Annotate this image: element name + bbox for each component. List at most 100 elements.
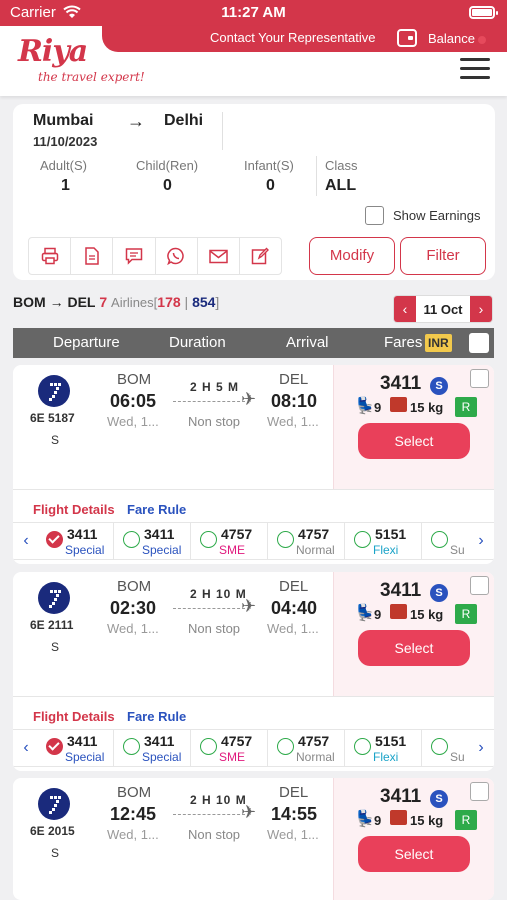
fare-radio[interactable] xyxy=(200,738,217,755)
logo-tagline: the travel expert! xyxy=(38,70,145,84)
plane-icon: ✈ xyxy=(241,802,257,822)
column-duration[interactable]: Duration xyxy=(169,334,226,351)
fare-option[interactable]: 5151 Flexi xyxy=(347,730,422,766)
chevron-right-icon[interactable]: › xyxy=(468,730,494,766)
fare-options: 3411 Special 3411 Special 4757 SME 4757 … xyxy=(39,730,468,766)
filter-button[interactable]: Filter xyxy=(400,237,486,275)
fare-radio[interactable] xyxy=(354,531,371,548)
seats-available: 9 xyxy=(374,813,382,828)
refundable-badge: R xyxy=(455,604,477,624)
fare-radio[interactable] xyxy=(123,738,140,755)
fare-option[interactable]: Su xyxy=(424,730,468,766)
fare-radio[interactable] xyxy=(277,738,294,755)
hamburger-menu-icon[interactable] xyxy=(460,56,492,80)
flight-card: 6E 5187 S BOM 06:05 Wed, 1... 2 H 5 M ✈ … xyxy=(13,365,494,564)
flight-select-checkbox[interactable] xyxy=(470,369,489,388)
next-date-chevron-icon[interactable]: › xyxy=(470,296,492,322)
print-icon[interactable] xyxy=(29,238,72,274)
bracket-close: ] xyxy=(215,294,220,310)
fare-rule-link[interactable]: Fare Rule xyxy=(127,709,186,724)
show-earnings-checkbox[interactable] xyxy=(365,206,384,225)
flight-card: 6E 2015 S BOM 12:45 Wed, 1... 2 H 10 M ✈… xyxy=(13,778,494,900)
fare-option[interactable]: 4757 SME xyxy=(193,523,268,559)
fare-radio[interactable] xyxy=(123,531,140,548)
arrival-code: DEL xyxy=(279,578,309,595)
battery-icon xyxy=(469,6,498,19)
fare-radio[interactable] xyxy=(277,531,294,548)
select-button[interactable]: Select xyxy=(358,836,470,872)
arrival-time: 14:55 xyxy=(271,804,318,824)
flight-select-checkbox[interactable] xyxy=(470,576,489,595)
fare-option[interactable]: 3411 Special xyxy=(116,523,191,559)
fare-radio[interactable] xyxy=(431,531,448,548)
fare-option[interactable]: 4757 Normal xyxy=(270,730,345,766)
balance-link[interactable]: Balance xyxy=(428,31,475,46)
divider xyxy=(222,112,223,150)
edit-icon[interactable] xyxy=(240,238,281,274)
select-all-checkbox[interactable] xyxy=(469,333,489,353)
baggage-icon xyxy=(390,397,407,412)
fare-rule-link[interactable]: Fare Rule xyxy=(127,502,186,517)
stops-label: Non stop xyxy=(188,827,241,842)
arrival-time: 08:10 xyxy=(271,391,318,411)
column-fares[interactable]: Fares xyxy=(384,334,422,351)
fare-radio[interactable] xyxy=(431,738,448,755)
contact-representative-link[interactable]: Contact Your Representative xyxy=(210,30,376,45)
chevron-left-icon[interactable]: ‹ xyxy=(13,523,39,559)
fare-option[interactable]: 4757 Normal xyxy=(270,523,345,559)
flight-details-link[interactable]: Flight Details xyxy=(33,709,115,724)
fare-option-price: 5151 xyxy=(375,526,407,542)
fare-radio[interactable] xyxy=(46,738,63,755)
stops-label: Non stop xyxy=(188,621,241,636)
fare-price: 3411 xyxy=(380,373,422,394)
fare-option[interactable]: 3411 Special xyxy=(39,730,114,766)
arrival-code: DEL xyxy=(279,371,309,388)
chevron-right-icon[interactable]: › xyxy=(468,523,494,559)
fare-type-badge: S xyxy=(430,790,448,808)
separator: | xyxy=(184,294,189,310)
fare-option-price: 3411 xyxy=(67,733,98,749)
select-button[interactable]: Select xyxy=(358,630,470,666)
document-icon[interactable] xyxy=(71,238,114,274)
fare-option-label: Special xyxy=(65,750,105,764)
date-selector: ‹ 11 Oct › xyxy=(393,295,493,323)
departure-time: 12:45 xyxy=(110,804,157,824)
fare-option[interactable]: 5151 Flexi xyxy=(347,523,422,559)
fare-radio[interactable] xyxy=(200,531,217,548)
arrow-right-icon: → xyxy=(127,111,145,131)
fare-option[interactable]: 3411 Special xyxy=(116,730,191,766)
results-summary: BOM → DEL 7 Airlines[178 | 854] xyxy=(13,294,219,310)
airlines-label: Airlines[ xyxy=(111,295,158,310)
flight-select-checkbox[interactable] xyxy=(470,782,489,801)
whatsapp-icon[interactable] xyxy=(156,238,198,274)
flight-details-link[interactable]: Flight Details xyxy=(33,502,115,517)
wallet-icon[interactable] xyxy=(397,29,417,47)
fare-radio[interactable] xyxy=(354,738,371,755)
total-count: 854 xyxy=(192,294,216,310)
route-line xyxy=(173,814,245,815)
modify-button[interactable]: Modify xyxy=(309,237,395,275)
message-icon[interactable] xyxy=(113,238,156,274)
fare-option[interactable]: Su xyxy=(424,523,468,559)
select-button[interactable]: Select xyxy=(358,423,470,459)
departure-day: Wed, 1... xyxy=(107,827,159,842)
clock: 11:27 AM xyxy=(221,4,286,21)
travel-date: 11/10/2023 xyxy=(33,134,98,149)
fare-radio[interactable] xyxy=(46,531,63,548)
origin-city: Mumbai xyxy=(33,112,94,129)
route-line xyxy=(173,401,245,402)
fare-option[interactable]: 3411 Special xyxy=(39,523,114,559)
departure-code: BOM xyxy=(117,371,152,388)
search-summary-card: Mumbai → Delhi 11/10/2023 Adult(S) 1 Chi… xyxy=(13,104,495,280)
chevron-left-icon[interactable]: ‹ xyxy=(13,730,39,766)
departure-time: 02:30 xyxy=(110,598,157,618)
previous-date-chevron-icon[interactable]: ‹ xyxy=(394,296,416,322)
class-value: ALL xyxy=(325,177,357,194)
child-label: Child(Ren) xyxy=(136,158,199,173)
booking-class: S xyxy=(51,846,60,860)
email-icon[interactable] xyxy=(198,238,240,274)
column-departure[interactable]: Departure xyxy=(53,334,120,351)
column-arrival[interactable]: Arrival xyxy=(286,334,329,351)
fare-option-price: 4757 xyxy=(298,526,330,542)
fare-option[interactable]: 4757 SME xyxy=(193,730,268,766)
